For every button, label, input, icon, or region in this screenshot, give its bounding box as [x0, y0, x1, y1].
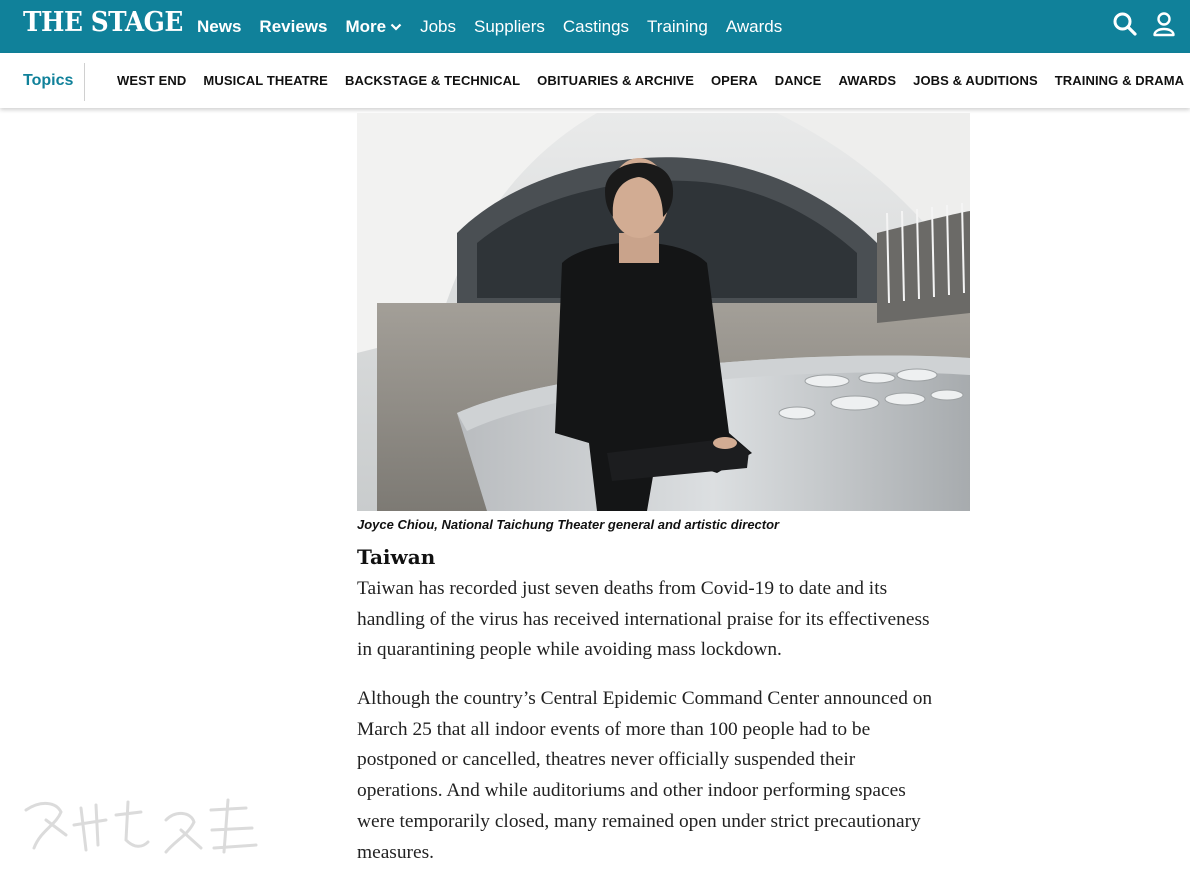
topic-obituaries-archive[interactable]: OBITUARIES & ARCHIVE — [537, 73, 694, 88]
nav-item-castings[interactable]: Castings — [563, 17, 629, 37]
paragraph-line: operations. And while auditoriums and ot… — [357, 780, 906, 802]
nav-item-reviews[interactable]: Reviews — [259, 17, 327, 37]
search-icon[interactable] — [1112, 11, 1138, 37]
topic-musical-theatre[interactable]: MUSICAL THEATRE — [203, 73, 328, 88]
nav-item-label: Reviews — [259, 16, 328, 36]
site-logo[interactable]: THE STAGE — [23, 7, 183, 38]
nav-item-suppliers[interactable]: Suppliers — [474, 17, 545, 37]
top-navigation-bar: THE STAGE News Reviews More Jobs Supplie… — [0, 0, 1190, 53]
paragraph-line: Although the country’s Central Epidemic … — [357, 688, 933, 709]
header-actions — [1112, 11, 1176, 37]
article-photo — [357, 113, 970, 511]
chevron-down-icon — [390, 23, 402, 31]
nav-item-label: News — [197, 16, 242, 36]
nav-item-news[interactable]: News — [197, 17, 241, 37]
main-nav: News Reviews More Jobs Suppliers Casting… — [197, 0, 800, 53]
paragraph-line: in quarantining people while avoiding ma… — [357, 639, 782, 661]
paragraph-line: postponed or cancelled, theatres never o… — [357, 749, 856, 771]
paragraph-line: measures. — [357, 841, 434, 863]
nav-item-label: Suppliers — [474, 16, 545, 36]
topic-dance[interactable]: DANCE — [775, 73, 822, 88]
nav-item-more[interactable]: More — [345, 17, 402, 37]
section-heading: Taiwan — [357, 545, 436, 569]
topic-backstage-technical[interactable]: BACKSTAGE & TECHNICAL — [345, 73, 520, 88]
topics-label: Topics — [23, 72, 74, 89]
user-icon[interactable] — [1152, 11, 1176, 37]
article-paragraph: Taiwan has recorded just seven deaths fr… — [357, 574, 972, 666]
nav-item-label: More — [345, 16, 387, 36]
article-paragraph: Although the country’s Central Epidemic … — [357, 684, 972, 868]
topics-bar: Topics WEST END MUSICAL THEATRE BACKSTAG… — [0, 53, 1190, 108]
photo-caption: Joyce Chiou, National Taichung Theater g… — [357, 517, 780, 532]
photo-illustration — [357, 113, 970, 511]
nav-item-label: Training — [647, 16, 708, 36]
paragraph-line: handling of the virus has received inter… — [357, 608, 930, 630]
nav-item-label: Castings — [562, 16, 630, 36]
calligraphy-watermark — [24, 798, 258, 854]
topic-opera[interactable]: OPERA — [711, 73, 758, 88]
nav-item-label: Awards — [725, 16, 783, 36]
nav-item-awards[interactable]: Awards — [726, 17, 782, 37]
topics-list: WEST END MUSICAL THEATRE BACKSTAGE & TEC… — [117, 53, 1190, 108]
topic-west-end[interactable]: WEST END — [117, 73, 186, 88]
paragraph-line: March 25 that all indoor events of more … — [357, 718, 871, 740]
divider — [84, 63, 85, 101]
topic-awards[interactable]: AWARDS — [838, 73, 896, 88]
topic-jobs-auditions[interactable]: JOBS & AUDITIONS — [913, 73, 1038, 88]
paragraph-line: were temporarily closed, many remained o… — [357, 810, 921, 832]
nav-item-jobs[interactable]: Jobs — [420, 17, 456, 37]
nav-item-label: Jobs — [420, 16, 457, 36]
nav-item-training[interactable]: Training — [647, 17, 708, 37]
paragraph-line: Taiwan has recorded just seven deaths fr… — [357, 578, 888, 599]
topic-training-drama[interactable]: TRAINING & DRAMA — [1055, 73, 1184, 88]
